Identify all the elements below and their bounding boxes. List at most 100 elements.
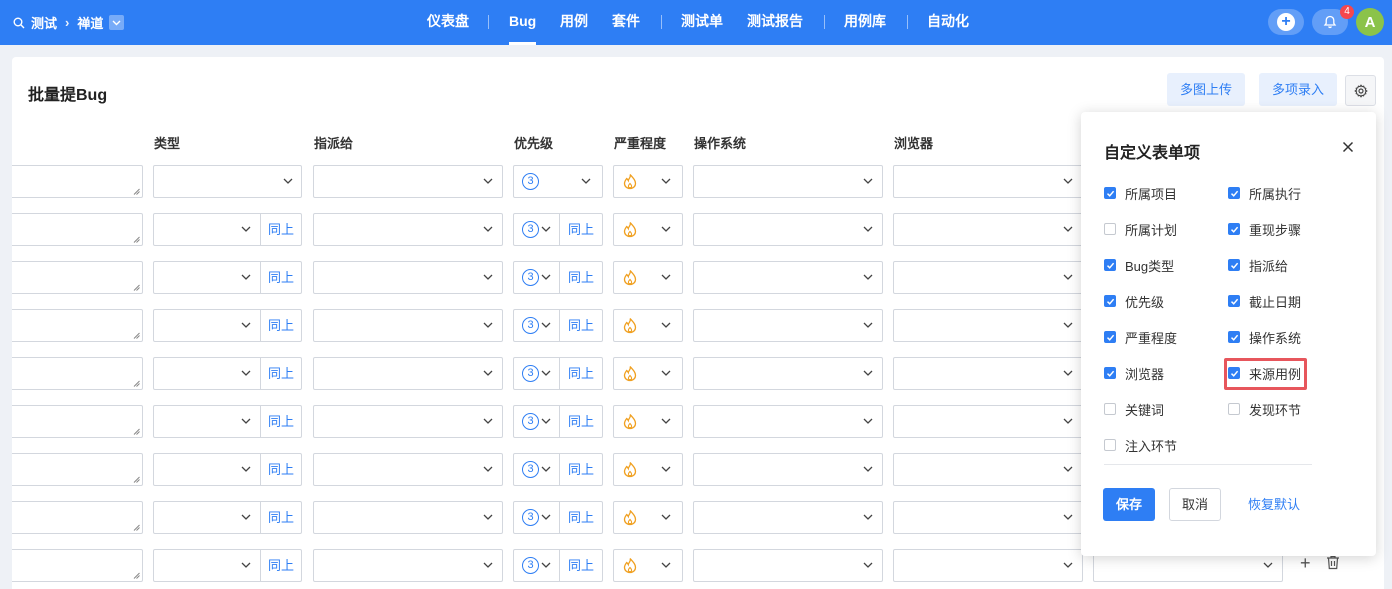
resize-handle-icon[interactable] (133, 380, 140, 387)
os-select[interactable] (693, 453, 883, 486)
type-select[interactable]: 同上 (153, 261, 302, 294)
same-as-above-label[interactable]: 同上 (568, 358, 594, 389)
checkbox[interactable] (1104, 259, 1116, 271)
bug-title-textarea[interactable] (12, 357, 143, 390)
same-as-above-label[interactable]: 同上 (568, 310, 594, 341)
browser-select[interactable] (893, 453, 1083, 486)
same-as-above-label[interactable]: 同上 (268, 214, 294, 245)
severity-select[interactable] (613, 357, 683, 390)
priority-select[interactable]: 3 同上 (513, 501, 603, 534)
type-select[interactable]: 同上 (153, 309, 302, 342)
checkbox[interactable] (1228, 403, 1240, 415)
severity-select[interactable] (613, 453, 683, 486)
field-option[interactable]: 浏览器 (1104, 364, 1164, 382)
product-dropdown-icon[interactable] (109, 15, 125, 30)
priority-select[interactable]: 3 同上 (513, 261, 603, 294)
assignee-select[interactable] (313, 453, 503, 486)
os-select[interactable] (693, 357, 883, 390)
browser-select[interactable] (893, 261, 1083, 294)
checkbox[interactable] (1228, 187, 1240, 199)
type-select[interactable]: 同上 (153, 501, 302, 534)
same-as-above-label[interactable]: 同上 (268, 358, 294, 389)
same-as-above-label[interactable]: 同上 (268, 262, 294, 293)
priority-select[interactable]: 3 同上 (513, 453, 603, 486)
multi-image-upload-button[interactable]: 多图上传 (1167, 73, 1246, 106)
same-as-above-label[interactable]: 同上 (568, 214, 594, 245)
breadcrumb-module[interactable]: 测试 (31, 13, 57, 32)
browser-select[interactable] (893, 501, 1083, 534)
assignee-select[interactable] (313, 405, 503, 438)
checkbox[interactable] (1104, 403, 1116, 415)
field-option[interactable]: 关键词 (1104, 400, 1164, 418)
checkbox[interactable] (1104, 295, 1116, 307)
type-select[interactable]: 同上 (153, 549, 302, 582)
field-option[interactable]: 优先级 (1104, 292, 1164, 310)
restore-default-link[interactable]: 恢复默认 (1248, 488, 1300, 521)
same-as-above-label[interactable]: 同上 (268, 550, 294, 581)
same-as-above-label[interactable]: 同上 (268, 406, 294, 437)
field-option[interactable]: Bug类型 (1104, 256, 1174, 274)
nav-suite[interactable]: 套件 (612, 0, 640, 45)
nav-testreport[interactable]: 测试报告 (747, 0, 803, 45)
same-as-above-label[interactable]: 同上 (268, 310, 294, 341)
os-select[interactable] (693, 309, 883, 342)
os-select[interactable] (693, 165, 883, 198)
breadcrumb-product[interactable]: 禅道 (77, 13, 103, 32)
browser-select[interactable] (893, 309, 1083, 342)
save-button[interactable]: 保存 (1103, 488, 1155, 521)
same-as-above-label[interactable]: 同上 (568, 454, 594, 485)
browser-select[interactable] (893, 165, 1083, 198)
same-as-above-label[interactable]: 同上 (268, 454, 294, 485)
checkbox[interactable] (1104, 439, 1116, 451)
field-option[interactable]: 严重程度 (1104, 328, 1177, 346)
priority-select[interactable]: 3 同上 (513, 549, 603, 582)
type-select[interactable] (153, 165, 302, 198)
field-option[interactable]: 所属执行 (1228, 184, 1301, 202)
checkbox[interactable] (1228, 223, 1240, 235)
trash-icon[interactable] (1326, 555, 1340, 570)
customize-fields-button[interactable] (1345, 75, 1376, 106)
same-as-above-label[interactable]: 同上 (568, 262, 594, 293)
assignee-select[interactable] (313, 165, 503, 198)
priority-select[interactable]: 3 同上 (513, 357, 603, 390)
os-select[interactable] (693, 213, 883, 246)
priority-select[interactable]: 3 同上 (513, 309, 603, 342)
assignee-select[interactable] (313, 549, 503, 582)
bug-title-textarea[interactable] (12, 549, 143, 582)
bug-title-textarea[interactable] (12, 309, 143, 342)
same-as-above-label[interactable]: 同上 (568, 502, 594, 533)
nav-automation[interactable]: 自动化 (927, 0, 969, 45)
nav-dashboard[interactable]: 仪表盘 (427, 0, 469, 45)
checkbox[interactable] (1228, 331, 1240, 343)
severity-select[interactable] (613, 549, 683, 582)
checkbox[interactable] (1104, 331, 1116, 343)
os-select[interactable] (693, 549, 883, 582)
assignee-select[interactable] (313, 357, 503, 390)
assignee-select[interactable] (313, 501, 503, 534)
type-select[interactable]: 同上 (153, 453, 302, 486)
os-select[interactable] (693, 405, 883, 438)
search-icon[interactable] (12, 17, 26, 29)
field-option[interactable]: 发现环节 (1228, 400, 1301, 418)
field-option[interactable]: 指派给 (1228, 256, 1288, 274)
checkbox[interactable] (1104, 223, 1116, 235)
browser-select[interactable] (893, 213, 1083, 246)
nav-testcase[interactable]: 用例 (560, 0, 588, 45)
os-select[interactable] (693, 261, 883, 294)
priority-select[interactable]: 3 同上 (513, 405, 603, 438)
bug-title-textarea[interactable] (12, 261, 143, 294)
type-select[interactable]: 同上 (153, 405, 302, 438)
severity-select[interactable] (613, 405, 683, 438)
type-select[interactable]: 同上 (153, 357, 302, 390)
checkbox[interactable] (1228, 295, 1240, 307)
severity-select[interactable] (613, 261, 683, 294)
os-select[interactable] (693, 501, 883, 534)
checkbox[interactable] (1104, 187, 1116, 199)
field-option[interactable]: 所属项目 (1104, 184, 1177, 202)
checkbox[interactable] (1228, 259, 1240, 271)
severity-select[interactable] (613, 309, 683, 342)
resize-handle-icon[interactable] (133, 572, 140, 579)
field-option[interactable]: 截止日期 (1228, 292, 1301, 310)
field-option[interactable]: 所属计划 (1104, 220, 1177, 238)
bug-title-textarea[interactable] (12, 165, 143, 198)
